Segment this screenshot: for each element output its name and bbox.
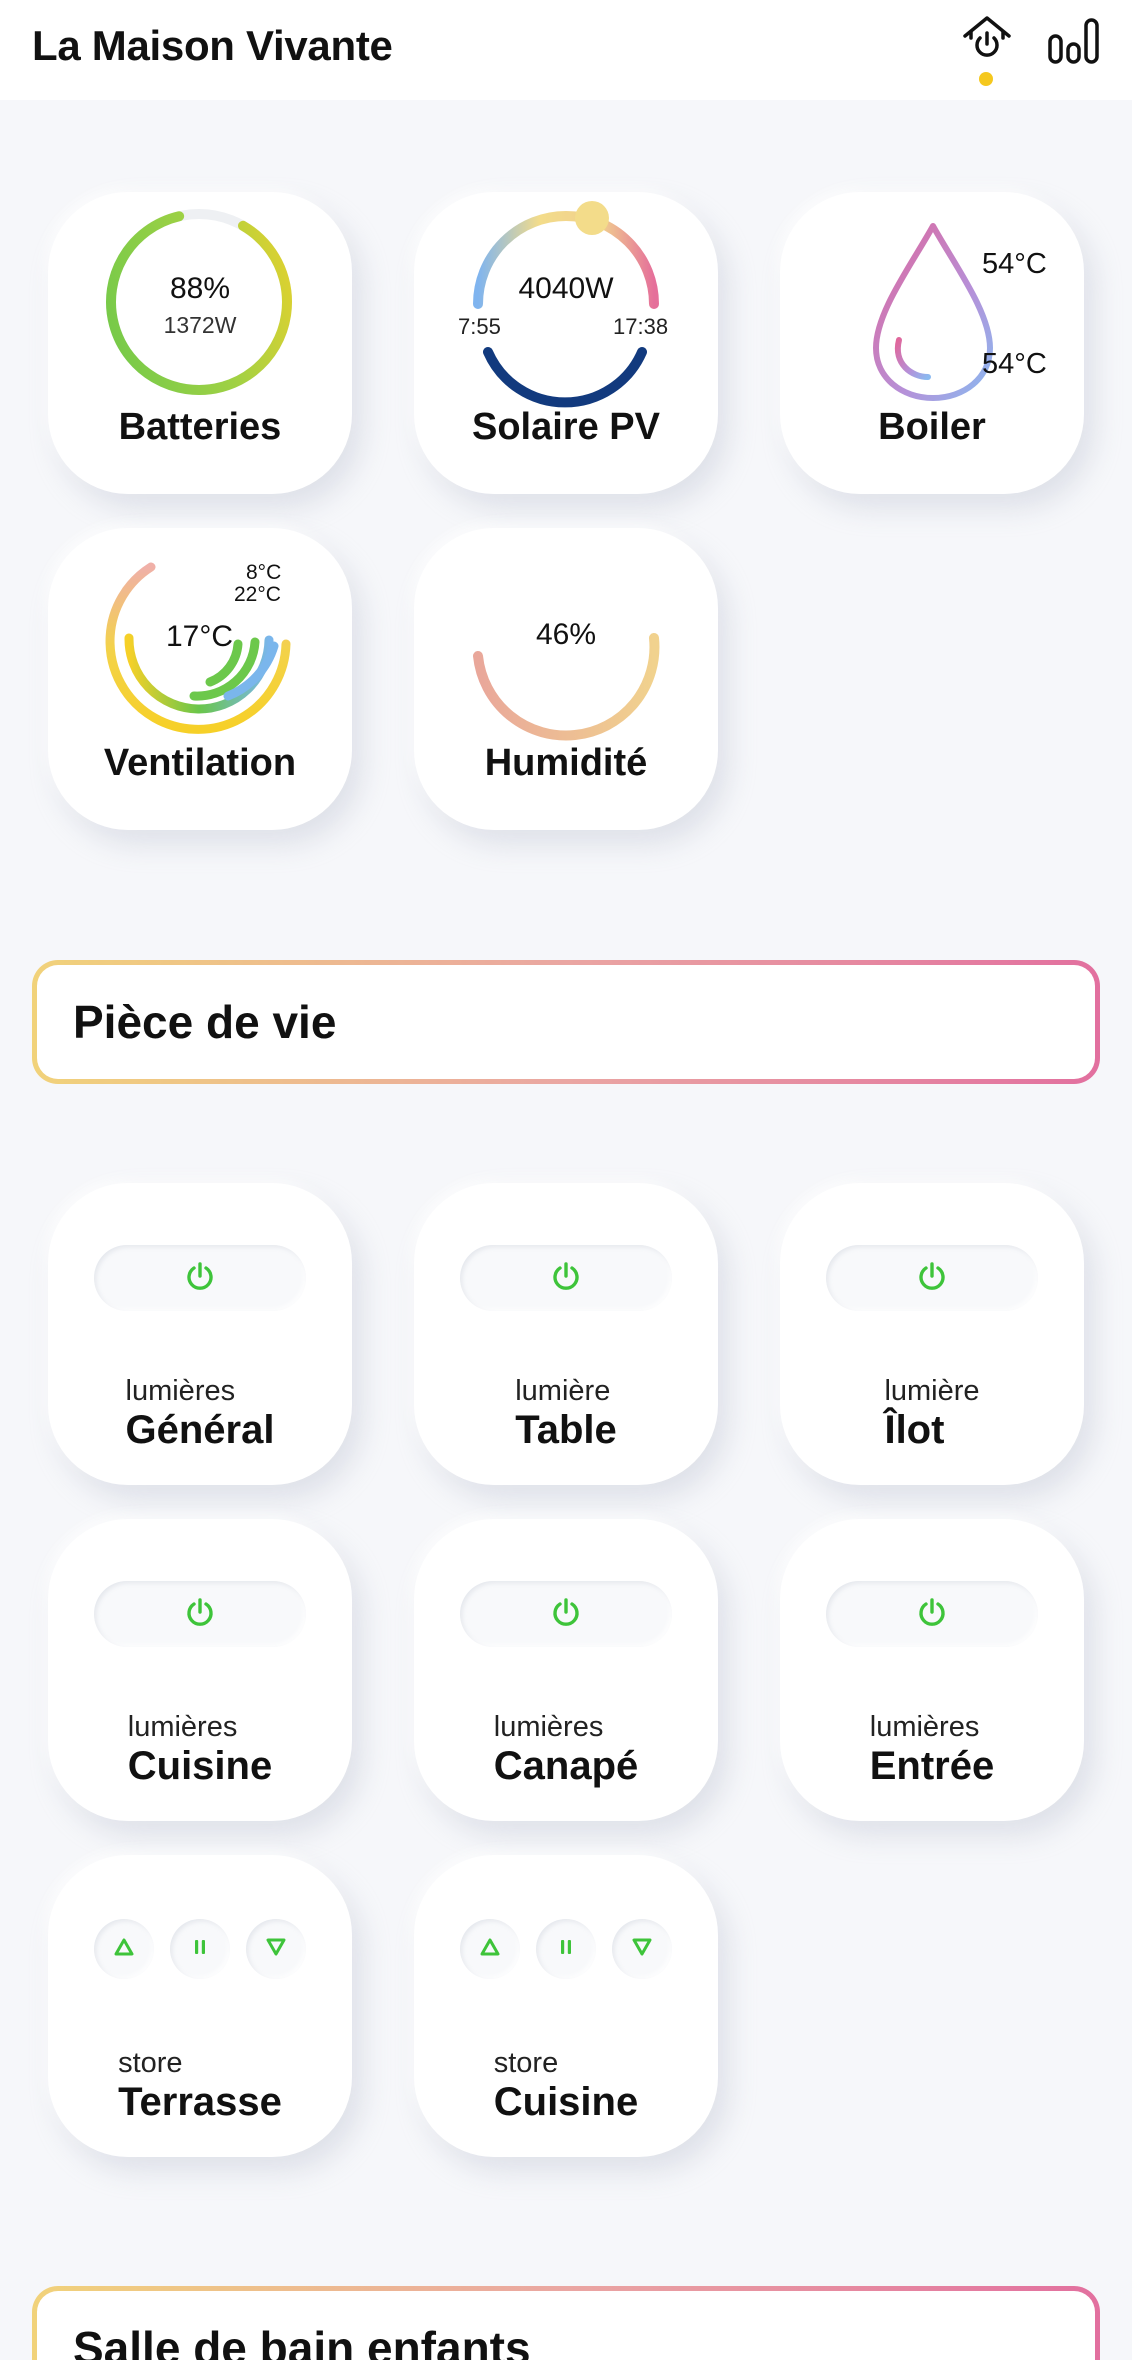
store-card-terrasse: store Terrasse xyxy=(48,1855,352,2157)
control-type-label: store xyxy=(493,2047,559,2079)
power-toggle-button[interactable] xyxy=(460,1245,672,1311)
home-power-icon[interactable] xyxy=(960,12,1014,66)
control-type-label: lumières xyxy=(125,1375,236,1407)
light-card-table: lumière Table xyxy=(414,1183,718,1485)
triangle-up-icon xyxy=(113,1937,135,1962)
power-icon xyxy=(915,1595,949,1634)
power-toggle-button[interactable] xyxy=(826,1581,1038,1647)
ventilation-temp-out: 8°C xyxy=(246,561,282,584)
power-icon xyxy=(183,1259,217,1298)
control-name-label: Entrée xyxy=(869,1744,995,1788)
power-toggle-button[interactable] xyxy=(826,1245,1038,1311)
app-header: La Maison Vivante xyxy=(0,0,1132,100)
control-type-label: lumières xyxy=(127,1711,238,1743)
ventilation-card[interactable]: 17°C 8°C 22°C Ventilation xyxy=(48,528,352,830)
battery-power: 1372W xyxy=(163,312,237,338)
triangle-down-icon xyxy=(265,1937,287,1962)
control-type-label: lumière xyxy=(515,1375,611,1407)
control-type-label: lumières xyxy=(493,1711,604,1743)
pause-icon xyxy=(558,1938,574,1961)
sun-marker xyxy=(575,201,609,235)
power-icon xyxy=(549,1259,583,1298)
battery-percent: 88% xyxy=(169,272,231,305)
store-down-button[interactable] xyxy=(612,1919,672,1979)
store-pause-button[interactable] xyxy=(536,1919,596,1979)
boiler-temp-top: 54°C xyxy=(982,248,1047,280)
boiler-card[interactable]: 54°C 54°C Boiler xyxy=(780,192,1084,494)
light-card-ilot: lumière Îlot xyxy=(780,1183,1084,1485)
control-name-label: Cuisine xyxy=(493,2080,639,2124)
section-title: Salle de bain enfants xyxy=(37,2291,1095,2360)
power-toggle-button[interactable] xyxy=(94,1245,306,1311)
section-piece-de-vie[interactable]: Pièce de vie xyxy=(32,960,1100,1084)
bar-chart-icon[interactable] xyxy=(1046,14,1102,66)
status-dot xyxy=(979,72,993,86)
power-toggle-button[interactable] xyxy=(460,1581,672,1647)
control-name-label: Général xyxy=(125,1408,275,1452)
store-up-button[interactable] xyxy=(460,1919,520,1979)
light-card-cuisine: lumières Cuisine xyxy=(48,1519,352,1821)
batteries-card[interactable]: 88% 1372W Batteries xyxy=(48,192,352,494)
control-name-label: Canapé xyxy=(493,1744,639,1788)
control-type-label: lumière xyxy=(884,1375,980,1407)
solar-label: Solaire PV xyxy=(472,406,660,448)
ventilation-temp-main: 17°C xyxy=(166,620,234,653)
solar-sunset: 17:38 xyxy=(613,314,669,339)
pause-icon xyxy=(192,1938,208,1961)
section-title: Pièce de vie xyxy=(37,965,1095,1079)
ventilation-label: Ventilation xyxy=(103,742,297,784)
store-pause-button[interactable] xyxy=(170,1919,230,1979)
store-up-button[interactable] xyxy=(94,1919,154,1979)
light-card-entree: lumières Entrée xyxy=(780,1519,1084,1821)
store-down-button[interactable] xyxy=(246,1919,306,1979)
power-icon xyxy=(915,1259,949,1298)
power-icon xyxy=(549,1595,583,1634)
solar-sunrise: 7:55 xyxy=(458,314,501,339)
ventilation-temp-in: 22°C xyxy=(234,583,281,606)
humidity-card[interactable]: 46% Humidité xyxy=(414,528,718,830)
light-card-general: lumières Général xyxy=(48,1183,352,1485)
solar-power: 4040W xyxy=(518,272,614,305)
light-card-canape: lumières Canapé xyxy=(414,1519,718,1821)
triangle-down-icon xyxy=(631,1937,653,1962)
section-salle-de-bain-enfants[interactable]: Salle de bain enfants xyxy=(32,2286,1100,2360)
boiler-label: Boiler xyxy=(878,406,986,448)
power-icon xyxy=(183,1595,217,1634)
batteries-label: Batteries xyxy=(118,406,282,448)
app-title: La Maison Vivante xyxy=(32,22,393,69)
control-name-label: Cuisine xyxy=(127,1744,273,1788)
control-name-label: Îlot xyxy=(884,1408,945,1452)
power-toggle-button[interactable] xyxy=(94,1581,306,1647)
humidity-value: 46% xyxy=(535,618,597,651)
solar-card[interactable]: 4040W 7:55 17:38 Solaire PV xyxy=(414,192,718,494)
humidity-label: Humidité xyxy=(484,742,648,784)
control-type-label: lumières xyxy=(869,1711,980,1743)
triangle-up-icon xyxy=(479,1937,501,1962)
control-name-label: Table xyxy=(515,1408,617,1452)
control-type-label: store xyxy=(118,2047,183,2079)
store-card-cuisine: store Cuisine xyxy=(414,1855,718,2157)
boiler-temp-bottom: 54°C xyxy=(982,348,1047,380)
control-name-label: Terrasse xyxy=(118,2080,282,2124)
